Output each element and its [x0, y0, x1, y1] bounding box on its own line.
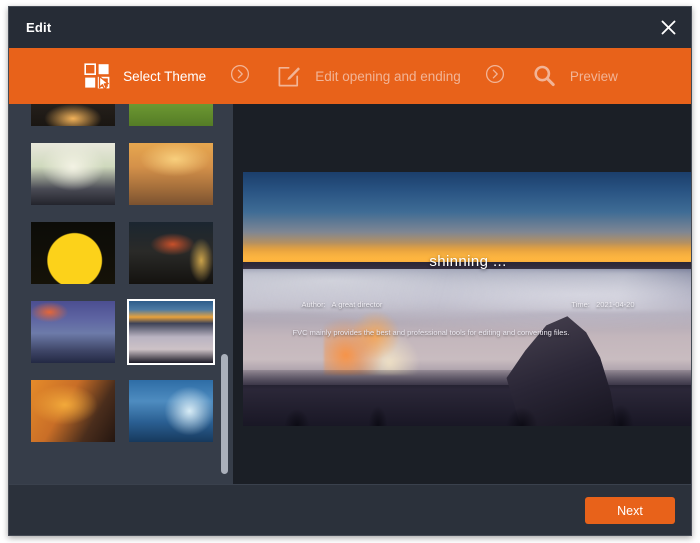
step-toolbar: Select Theme Edit opening and ending Pre… — [9, 48, 691, 104]
step-separator-2 — [461, 64, 529, 89]
theme-thumbnail-golf-course[interactable] — [129, 104, 213, 126]
theme-thumbnail-dark-still-life[interactable] — [31, 104, 115, 126]
sidebar-scrollbar-thumb[interactable] — [221, 354, 228, 474]
step-select-theme[interactable]: Select Theme — [82, 61, 206, 91]
thumbnail-row — [31, 143, 213, 205]
thumbnail-image — [129, 380, 213, 442]
preview-author: Author: A great director — [302, 300, 383, 309]
chevron-right-circle-icon — [230, 64, 250, 89]
step-preview-label: Preview — [569, 68, 618, 84]
preview-time-label: Time: — [571, 300, 590, 310]
thumbnail-image — [129, 143, 213, 205]
thumbnail-image — [31, 104, 115, 126]
preview-city-lights — [324, 309, 423, 376]
magnifier-icon — [529, 61, 559, 91]
preview-description-text: FVC mainly provides the best and profess… — [292, 328, 570, 338]
preview-stage[interactable]: shinning ... Author: A great director Ti… — [243, 172, 691, 426]
preview-tree-line — [243, 385, 691, 426]
theme-thumbnail-haunted-carnival[interactable] — [129, 222, 213, 284]
theme-thumbnail-sea-of-clouds-sunset[interactable] — [127, 299, 215, 365]
chevron-right-circle-icon — [485, 64, 505, 89]
preview-meta-row: Author: A great director Time: 2021-04-2… — [302, 300, 635, 309]
step-edit-opening-ending[interactable]: Edit opening and ending — [274, 61, 461, 91]
preview-cloud-sea — [243, 268, 691, 386]
title-bar: Edit — [9, 7, 691, 48]
close-icon — [660, 19, 677, 36]
thumbnail-row — [31, 299, 215, 365]
thumbnail-image — [31, 301, 115, 363]
theme-grid-cursor-icon — [82, 61, 112, 91]
preview-panel: shinning ... Author: A great director Ti… — [233, 104, 691, 484]
preview-time: Time: 2021-04-20 — [571, 300, 634, 309]
theme-thumbnail-living-room-garden-view[interactable] — [31, 143, 115, 205]
window-title: Edit — [26, 20, 52, 35]
theme-thumbnail-ice-cave-blue[interactable] — [129, 380, 213, 442]
preview-author-value: A great director — [331, 300, 383, 310]
thumbnail-image — [129, 301, 213, 363]
theme-thumbnail-halloween-moon[interactable] — [31, 222, 115, 284]
theme-thumbnail-winter-mountain-lake[interactable] — [31, 301, 115, 363]
footer-bar: Next — [9, 484, 691, 535]
preview-author-label: Author: — [301, 300, 326, 310]
thumbnail-image — [31, 222, 115, 284]
body-area: shinning ... Author: A great director Ti… — [9, 104, 691, 484]
theme-thumbnail-grid — [31, 104, 215, 459]
thumbnail-row — [31, 104, 213, 126]
theme-thumbnail-family-sunset-road[interactable] — [129, 143, 213, 205]
pencil-square-icon — [274, 61, 304, 91]
step-edit-opening-ending-label: Edit opening and ending — [315, 68, 461, 84]
preview-title-text: shinning ... — [429, 253, 507, 271]
theme-thumbnail-sidebar[interactable] — [9, 104, 233, 484]
sidebar-scrollbar-track[interactable] — [220, 104, 229, 484]
thumbnail-row — [31, 380, 213, 442]
step-preview[interactable]: Preview — [529, 61, 618, 91]
theme-thumbnail-cave-climber-sunset[interactable] — [31, 380, 115, 442]
step-select-theme-label: Select Theme — [123, 68, 207, 84]
thumbnail-image — [129, 222, 213, 284]
close-button[interactable] — [645, 7, 691, 48]
thumbnail-row — [31, 222, 213, 284]
thumbnail-image — [31, 143, 115, 205]
thumbnail-image — [31, 380, 115, 442]
step-separator-1 — [206, 64, 274, 89]
thumbnail-image — [129, 104, 213, 126]
preview-time-value: 2021-04-20 — [596, 300, 635, 310]
next-button[interactable]: Next — [585, 497, 675, 524]
edit-dialog-window: Edit Select Theme Edit opening and endin… — [8, 6, 692, 536]
